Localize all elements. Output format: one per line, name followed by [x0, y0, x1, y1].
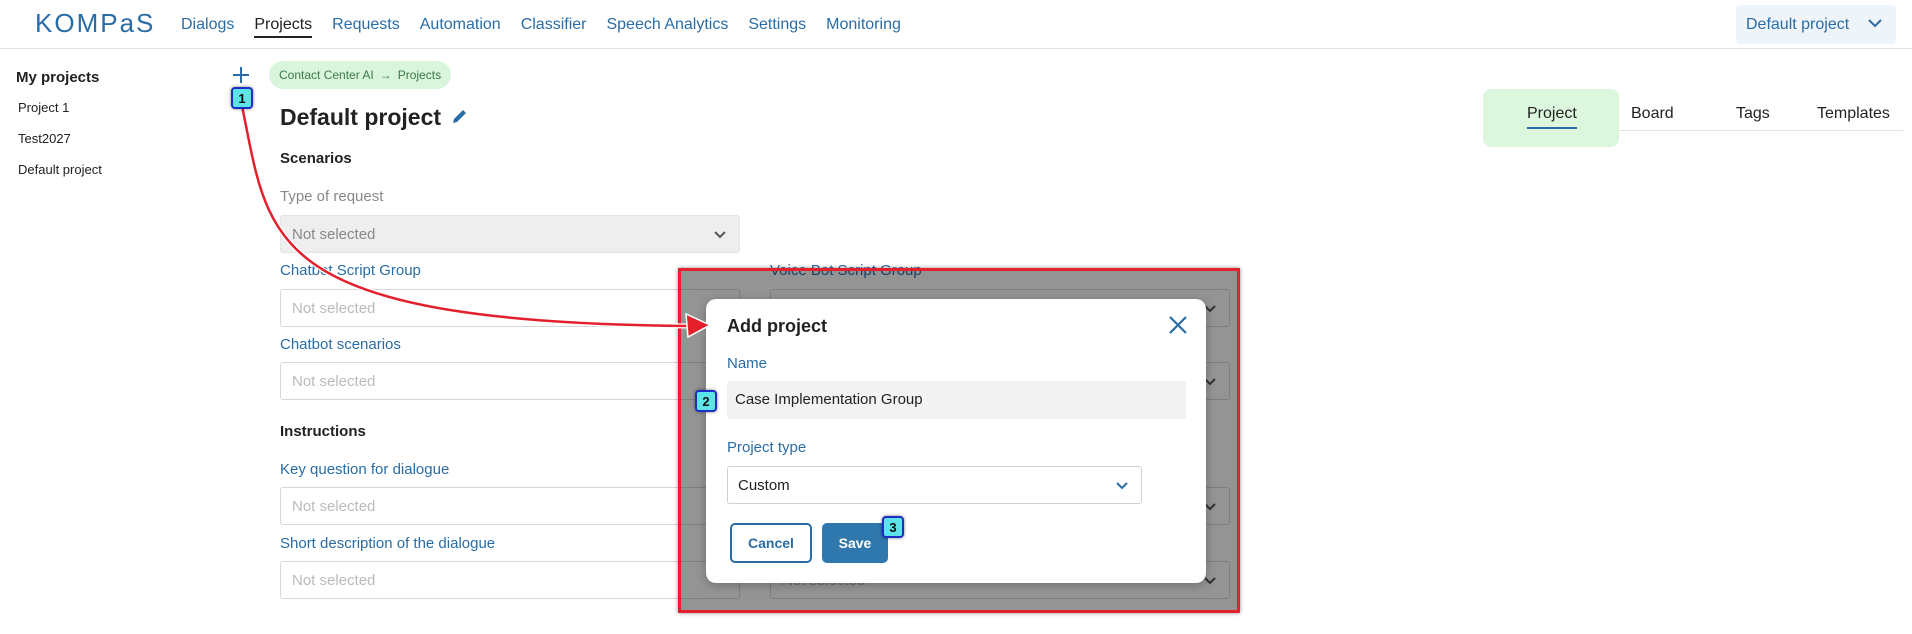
- chevron-down-icon: [1868, 19, 1882, 28]
- key-question-value: Not selected: [292, 498, 376, 515]
- type-of-request-value: Not selected: [292, 226, 376, 243]
- nav-speech-analytics[interactable]: Speech Analytics: [606, 16, 728, 38]
- chatbot-scenarios-label: Chatbot scenarios: [280, 336, 401, 353]
- short-description-value: Not selected: [292, 572, 376, 589]
- tab-templates[interactable]: Templates: [1817, 105, 1890, 123]
- page-title: Default project: [280, 104, 442, 130]
- tab-board[interactable]: Board: [1631, 105, 1674, 123]
- short-description-select[interactable]: Not selected: [280, 561, 740, 599]
- kompas-logo[interactable]: KOMPaS: [35, 8, 155, 39]
- type-of-request-select: Not selected: [280, 215, 740, 253]
- chatbot-script-group-value: Not selected: [292, 300, 376, 317]
- app-root: KOMPaS Dialogs Projects Requests Automat…: [0, 0, 1912, 634]
- chevron-down-icon: [714, 231, 726, 239]
- key-question-select[interactable]: Not selected: [280, 487, 740, 525]
- short-description-label: Short description of the dialogue: [280, 535, 496, 552]
- sidebar-item-test2027[interactable]: Test2027: [18, 131, 71, 146]
- nav-automation[interactable]: Automation: [420, 16, 501, 38]
- project-switcher[interactable]: Default project: [1736, 5, 1896, 44]
- top-navbar: KOMPaS Dialogs Projects Requests Automat…: [0, 0, 1912, 49]
- chatbot-scenarios-select[interactable]: Not selected: [280, 362, 740, 400]
- chatbot-scenarios-value: Not selected: [292, 373, 376, 390]
- chatbot-script-group-label: Chatbot Script Group: [280, 262, 421, 279]
- nav-dialogs[interactable]: Dialogs: [181, 16, 234, 38]
- main-nav: Dialogs Projects Requests Automation Cla…: [181, 16, 901, 38]
- breadcrumb-projects[interactable]: Projects: [398, 68, 441, 82]
- tab-project[interactable]: Project: [1527, 105, 1577, 129]
- breadcrumb: Contact Center AI → Projects: [269, 61, 452, 89]
- instructions-title: Instructions: [280, 423, 366, 440]
- pencil-icon[interactable]: [451, 107, 469, 125]
- project-tabs: Project Board Tags Templates: [1483, 89, 1903, 147]
- tab-tags[interactable]: Tags: [1736, 105, 1770, 123]
- sidebar-item-default-project[interactable]: Default project: [18, 162, 102, 177]
- step-marker-1: 1: [231, 87, 253, 109]
- key-question-label: Key question for dialogue: [280, 461, 450, 478]
- nav-projects[interactable]: Projects: [254, 16, 313, 38]
- sidebar-item-project-1[interactable]: Project 1: [18, 100, 69, 115]
- sidebar: My projects Project 1 Test2027 Default p…: [0, 49, 262, 634]
- annotation-highlight-frame: [678, 268, 1240, 613]
- breadcrumb-root[interactable]: Contact Center AI: [279, 68, 374, 82]
- add-project-icon[interactable]: [231, 65, 251, 85]
- nav-settings[interactable]: Settings: [748, 16, 806, 38]
- tabs-divider: [1619, 130, 1903, 131]
- nav-requests[interactable]: Requests: [332, 16, 400, 38]
- project-switcher-label: Default project: [1746, 15, 1850, 33]
- type-of-request-label: Type of request: [280, 188, 384, 205]
- chatbot-script-group-select[interactable]: Not selected: [280, 289, 740, 327]
- scenarios-title: Scenarios: [280, 150, 352, 167]
- sidebar-title: My projects: [16, 69, 100, 86]
- step-marker-2: 2: [695, 390, 717, 412]
- breadcrumb-arrow-icon: →: [379, 68, 392, 82]
- nav-classifier[interactable]: Classifier: [521, 16, 587, 38]
- step-marker-3: 3: [882, 516, 904, 538]
- nav-monitoring[interactable]: Monitoring: [826, 16, 901, 38]
